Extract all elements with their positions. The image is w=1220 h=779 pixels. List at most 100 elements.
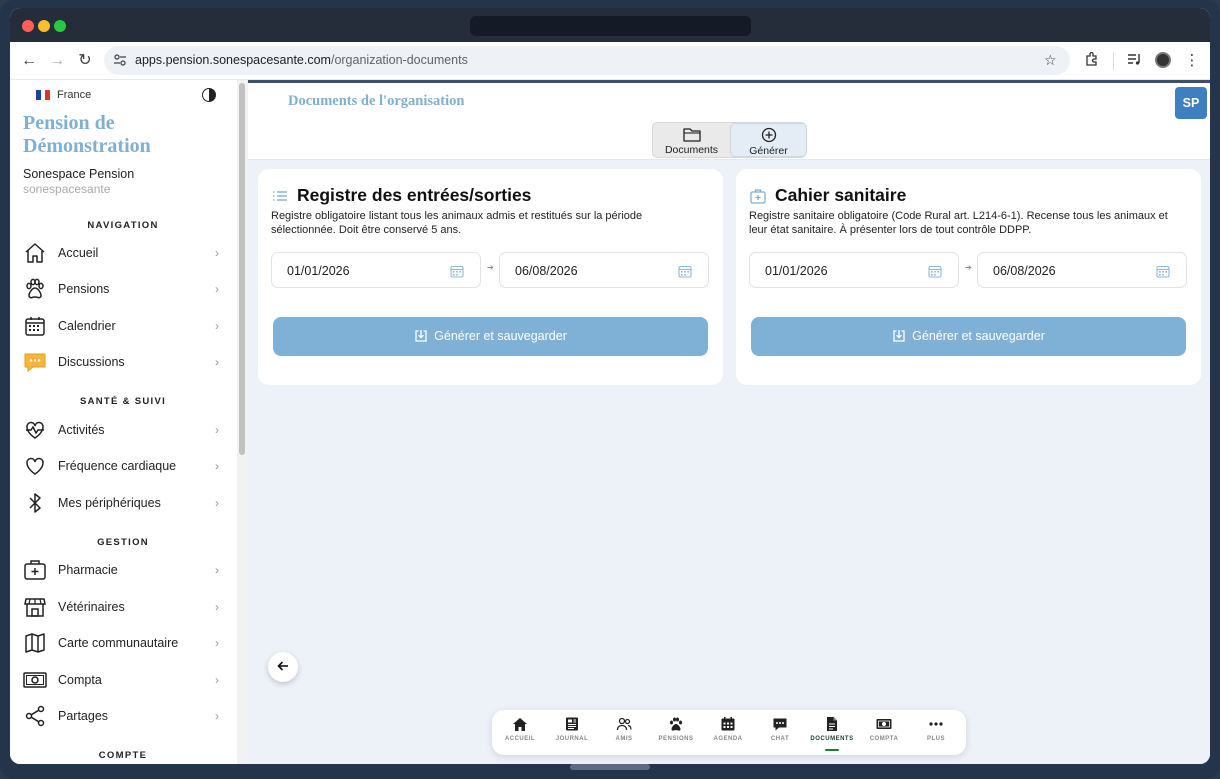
bottom-nav-label: PLUS	[926, 736, 945, 742]
organization-handle: sonespacesante	[23, 182, 111, 196]
user-avatar[interactable]: SP	[1175, 87, 1207, 119]
calendar-icon[interactable]	[678, 264, 692, 278]
bottom-nav-plus[interactable]: PLUS	[910, 716, 962, 752]
sidebar-item-label: Pensions	[58, 282, 110, 296]
folder-icon	[682, 128, 701, 142]
generate-save-button[interactable]: Générer et sauvegarder	[273, 317, 708, 356]
sidebar-item-label: Vétérinaires	[58, 600, 125, 614]
scrollbar-thumb[interactable]	[239, 83, 245, 455]
bluetooth-icon	[29, 493, 41, 513]
sidebar-item-partages[interactable]: Partages ›	[10, 698, 236, 734]
bottom-nav-agenda[interactable]: AGENDA	[702, 716, 754, 752]
media-control-icon[interactable]	[1124, 51, 1144, 71]
bottom-navigation: ACCUEIL JOURNAL AMIS PENSIONS AGENDA CHA…	[492, 710, 966, 755]
sidebar-scrollbar[interactable]	[237, 80, 248, 764]
sidebar-item-activites[interactable]: Activités ›	[10, 412, 236, 448]
generate-button-label: Générer et sauvegarder	[434, 329, 567, 343]
document-icon	[827, 717, 837, 731]
calendar-icon	[25, 317, 45, 336]
collapse-sidebar-button[interactable]	[268, 652, 298, 682]
sidebar-item-label: Discussions	[58, 355, 125, 369]
download-icon	[893, 330, 905, 342]
back-arrow-icon[interactable]: ←	[19, 51, 39, 71]
address-bar[interactable]: apps.pension.sonespacesante.com/organiza…	[104, 46, 1070, 75]
sidebar-item-compta[interactable]: Compta ›	[10, 662, 236, 698]
bottom-nav-amis[interactable]: AMIS	[598, 716, 650, 752]
sidebar-item-veterinaires[interactable]: Vétérinaires ›	[10, 589, 236, 625]
chat-icon	[773, 718, 787, 731]
organization-subtitle: Sonespace Pension	[23, 167, 135, 181]
chevron-right-icon: ›	[215, 355, 219, 369]
theme-toggle-icon[interactable]	[202, 88, 216, 102]
bottom-nav-chat[interactable]: CHAT	[754, 716, 806, 752]
chevron-right-icon: ›	[215, 600, 219, 614]
sidebar-item-label: Fréquence cardiaque	[58, 459, 177, 473]
minimize-window-button[interactable]	[38, 20, 50, 32]
sidebar-item-label: Carte communautaire	[58, 636, 179, 650]
cahier-card: Cahier sanitaire Registre sanitaire obli…	[736, 169, 1201, 385]
extensions-icon[interactable]	[1082, 51, 1102, 71]
generate-save-button[interactable]: Générer et sauvegarder	[751, 317, 1186, 356]
browser-tab[interactable]	[470, 16, 751, 36]
sidebar-item-pharmacie[interactable]: Pharmacie ›	[10, 552, 236, 588]
chevron-right-icon: ›	[215, 563, 219, 577]
url-host: apps.pension.sonespacesante.com	[135, 53, 331, 67]
date-from-value: 01/01/2026	[765, 264, 828, 278]
reload-icon[interactable]: ↻	[75, 51, 95, 71]
calendar-icon[interactable]	[450, 264, 464, 278]
home-icon	[513, 718, 527, 731]
site-settings-icon[interactable]	[113, 53, 127, 67]
sidebar-item-accueil[interactable]: Accueil ›	[10, 235, 236, 271]
calendar-icon[interactable]	[928, 264, 942, 278]
date-to-value: 06/08/2026	[515, 264, 578, 278]
profile-avatar[interactable]	[1155, 52, 1171, 68]
date-from-field[interactable]: 01/01/2026	[271, 252, 481, 288]
title-bar	[10, 8, 1210, 42]
map-icon	[25, 633, 45, 653]
country-label: France	[57, 89, 92, 101]
sidebar-item-pensions[interactable]: Pensions ›	[10, 271, 236, 307]
country-selector[interactable]: France	[36, 89, 91, 101]
organization-name: Pension de Démonstration	[23, 112, 151, 157]
tab-generer[interactable]: Générer	[730, 123, 807, 157]
sidebar-item-calendrier[interactable]: Calendrier ›	[10, 308, 236, 344]
date-to-field[interactable]: 06/08/2026	[977, 252, 1187, 288]
sidebar-item-carte[interactable]: Carte communautaire ›	[10, 625, 236, 661]
url-text: apps.pension.sonespacesante.com/organiza…	[135, 53, 468, 67]
bookmark-star-icon[interactable]: ☆	[1044, 52, 1057, 69]
sidebar-item-peripheriques[interactable]: Mes périphériques ›	[10, 485, 236, 521]
forward-arrow-icon[interactable]: →	[47, 51, 67, 71]
device-frame: ← → ↻ apps.pension.sonespacesante.com/or…	[0, 0, 1220, 779]
date-to-field[interactable]: 06/08/2026	[499, 252, 709, 288]
tab-documents-label: Documents	[664, 144, 719, 156]
bottom-nav-accueil[interactable]: ACCUEIL	[494, 716, 546, 752]
maximize-window-button[interactable]	[54, 20, 66, 32]
main-content: Documents de l'organisation SP Documents…	[248, 80, 1210, 764]
share-icon	[25, 705, 45, 727]
browser-toolbar: ← → ↻ apps.pension.sonespacesante.com/or…	[10, 42, 1210, 80]
bottom-nav-pensions[interactable]: PENSIONS	[650, 716, 702, 752]
medical-kit-icon	[24, 560, 46, 580]
date-from-value: 01/01/2026	[287, 264, 350, 278]
bottom-nav-documents[interactable]: DOCUMENTS	[806, 716, 858, 752]
france-flag-icon	[36, 90, 51, 100]
sidebar: France Pension de Démonstration Sonespac…	[10, 80, 236, 764]
chevron-right-icon: ›	[215, 673, 219, 687]
close-window-button[interactable]	[22, 20, 34, 32]
date-from-field[interactable]: 01/01/2026	[749, 252, 959, 288]
chevron-right-icon: ›	[215, 282, 219, 296]
section-sante: SANTÉ & SUIVI	[79, 396, 167, 407]
sidebar-item-discussions[interactable]: Discussions ›	[10, 344, 236, 380]
bottom-nav-compta[interactable]: COMPTA	[858, 716, 910, 752]
chevron-right-icon: ›	[215, 459, 219, 473]
tab-generer-label: Générer	[749, 145, 788, 157]
bottom-nav-journal[interactable]: JOURNAL	[546, 716, 598, 752]
sidebar-item-frequence[interactable]: Fréquence cardiaque ›	[10, 448, 236, 484]
users-icon	[616, 717, 632, 731]
tab-documents[interactable]: Documents	[653, 123, 730, 157]
calendar-icon[interactable]	[1156, 264, 1170, 278]
segmented-control: Documents Générer	[652, 122, 807, 158]
chevron-right-icon: ›	[215, 319, 219, 333]
newspaper-icon	[566, 717, 578, 731]
browser-menu-icon[interactable]: ⋮	[1182, 51, 1202, 69]
